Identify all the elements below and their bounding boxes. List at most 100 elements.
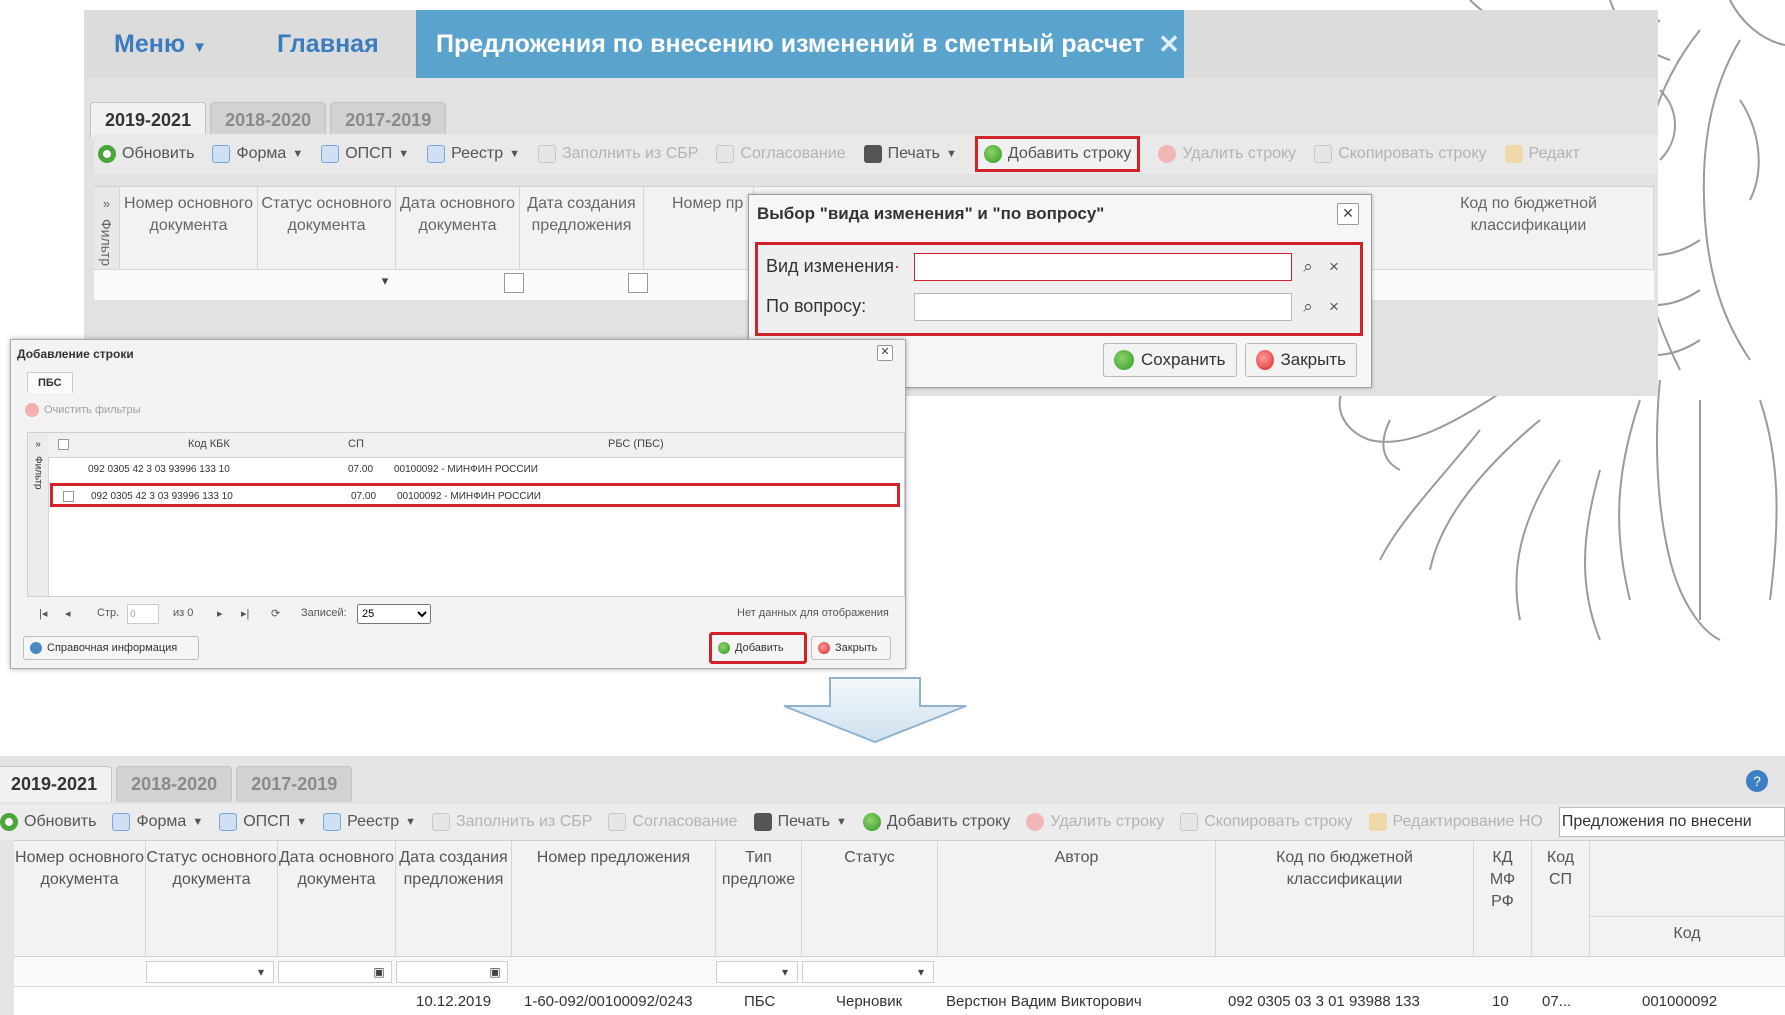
change-type-field[interactable] bbox=[914, 253, 1292, 281]
fill-sbr-button[interactable]: Заполнить из СБР bbox=[431, 813, 592, 831]
col-status[interactable]: Статус bbox=[802, 841, 938, 957]
top-menubar: Меню ▼ Главная Предложения по внесению и… bbox=[84, 10, 1658, 78]
col-author[interactable]: Автор bbox=[938, 841, 1216, 957]
tab-2017-2019[interactable]: 2017-2019 bbox=[236, 766, 353, 802]
print-button[interactable]: Печать ▼ bbox=[753, 813, 847, 831]
clear-icon[interactable]: × bbox=[1322, 294, 1346, 320]
col-proposal-type[interactable]: Тип предложе bbox=[716, 841, 802, 957]
edit-button[interactable]: Редакт bbox=[1504, 145, 1580, 163]
add-row-button[interactable]: Добавить строку bbox=[862, 813, 1010, 831]
copy-row-button[interactable]: Скопировать строку bbox=[1314, 145, 1487, 163]
approval-button[interactable]: Согласование bbox=[716, 145, 846, 163]
refresh-button[interactable]: Обновить bbox=[0, 813, 96, 831]
search-icon[interactable]: ⌕ bbox=[1296, 294, 1320, 320]
add-row-button[interactable]: Добавить строку bbox=[974, 136, 1141, 172]
close-icon[interactable]: ✕ bbox=[877, 345, 893, 361]
close-icon[interactable]: ✕ bbox=[1337, 203, 1359, 225]
col-proposal-number[interactable]: Номер предложения bbox=[512, 841, 716, 957]
table-row[interactable]: 092 0305 42 3 03 93996 133 10 07.00 0010… bbox=[48, 458, 904, 482]
calendar-icon[interactable] bbox=[628, 273, 648, 293]
bottom-window-screenshot: 2019-2021 2018-2020 2017-2019 ? Обновить… bbox=[0, 756, 1785, 1015]
registry-button[interactable]: Реестр ▼ bbox=[427, 145, 520, 163]
help-button[interactable]: Справочная информация bbox=[23, 636, 199, 660]
col-code-sp[interactable]: Код СП bbox=[1532, 841, 1590, 957]
col-created-date[interactable]: Дата создания предложения bbox=[396, 841, 512, 957]
table-row[interactable]: 10.12.2019 1-60-092/00100092/0243 ПБС Че… bbox=[14, 986, 1785, 1015]
col-doc-number[interactable]: Номер основного документа bbox=[14, 841, 146, 957]
clear-icon[interactable]: × bbox=[1322, 254, 1346, 280]
tab-2019-2021[interactable]: 2019-2021 bbox=[90, 102, 207, 138]
check-icon bbox=[718, 642, 730, 654]
edit-no-button[interactable]: Редактирование НО bbox=[1368, 813, 1543, 831]
status-filter[interactable]: ▾ bbox=[146, 961, 274, 983]
col-doc-status[interactable]: Статус основного документа bbox=[146, 841, 278, 957]
menu-link[interactable]: Меню ▼ bbox=[114, 30, 207, 59]
search-icon[interactable]: ⌕ bbox=[1296, 254, 1320, 280]
filter-side-panel[interactable]: » Фильтр bbox=[28, 433, 49, 596]
chevron-down-icon[interactable]: ▾ bbox=[251, 963, 271, 981]
type-filter[interactable]: ▾ bbox=[716, 961, 798, 983]
print-button[interactable]: Печать ▼ bbox=[863, 145, 957, 163]
tab-proposals[interactable]: Предложения по внесению изменений в смет… bbox=[416, 10, 1184, 78]
calendar-icon[interactable]: ▣ bbox=[485, 963, 505, 981]
tab-2018-2020[interactable]: 2018-2020 bbox=[116, 766, 233, 802]
close-icon[interactable]: ✕ bbox=[1158, 29, 1180, 60]
delete-row-button[interactable]: Удалить строку bbox=[1026, 813, 1164, 831]
registry-button[interactable]: Реестр ▼ bbox=[323, 813, 416, 831]
home-link[interactable]: Главная bbox=[277, 30, 379, 59]
table-row-selected[interactable]: 092 0305 42 3 03 93996 133 10 07.00 0010… bbox=[50, 483, 900, 507]
approval-button[interactable]: Согласование bbox=[608, 813, 738, 831]
doc-date-filter[interactable]: ▣ bbox=[278, 961, 392, 983]
form-button[interactable]: Форма ▼ bbox=[112, 813, 203, 831]
tab-2018-2020[interactable]: 2018-2020 bbox=[210, 102, 327, 138]
clear-filters-button[interactable]: Очистить фильтры bbox=[25, 403, 141, 417]
tab-pbs[interactable]: ПБС bbox=[27, 372, 73, 393]
opsp-icon bbox=[321, 145, 340, 163]
chevron-down-icon[interactable]: ▾ bbox=[911, 963, 931, 981]
chevron-down-icon[interactable]: ▾ bbox=[775, 963, 795, 981]
help-icon[interactable]: ? bbox=[1746, 770, 1768, 792]
col-kd-mf[interactable]: КД МФ РФ bbox=[1474, 841, 1532, 957]
printer-icon bbox=[863, 145, 882, 163]
select-all-checkbox[interactable] bbox=[58, 439, 69, 450]
close-circle-icon bbox=[1256, 350, 1274, 370]
question-field[interactable] bbox=[914, 293, 1292, 321]
records-select[interactable]: 25 bbox=[357, 604, 431, 624]
tab-2017-2019[interactable]: 2017-2019 bbox=[330, 102, 447, 138]
save-button[interactable]: Сохранить bbox=[1103, 343, 1237, 377]
add-button[interactable]: Добавить bbox=[709, 632, 807, 664]
search-input[interactable] bbox=[1558, 807, 1785, 837]
close-button[interactable]: Закрыть bbox=[1245, 343, 1357, 377]
close-button[interactable]: Закрыть bbox=[811, 636, 891, 660]
next-page-icon[interactable]: ▸ bbox=[217, 607, 223, 620]
col-sp[interactable]: СП bbox=[348, 438, 364, 450]
year-tabs: 2019-2021 2018-2020 2017-2019 bbox=[90, 102, 447, 138]
info-icon bbox=[30, 642, 42, 654]
calendar-icon[interactable]: ▣ bbox=[369, 963, 389, 981]
opsp-icon bbox=[219, 813, 238, 831]
prev-page-icon[interactable]: ◂ bbox=[65, 607, 71, 620]
delete-row-button[interactable]: Удалить строку bbox=[1158, 145, 1296, 163]
refresh-button[interactable]: Обновить bbox=[98, 145, 194, 163]
copy-row-button[interactable]: Скопировать строку bbox=[1180, 813, 1353, 831]
col-kbk[interactable]: Код КБК bbox=[188, 438, 230, 450]
page-input[interactable] bbox=[127, 604, 159, 624]
chevron-down-icon[interactable]: ▾ bbox=[374, 273, 396, 295]
col-rbs[interactable]: РБС (ПБС) bbox=[608, 438, 664, 450]
first-page-icon[interactable]: |◂ bbox=[39, 607, 47, 620]
status-type-filter[interactable]: ▾ bbox=[802, 961, 934, 983]
col-doc-date[interactable]: Дата основного документа bbox=[278, 841, 396, 957]
bottom-filter-row: ▾ ▣ ▣ ▾ ▾ bbox=[14, 956, 1785, 987]
col-kbk[interactable]: Код по бюджетной классификации bbox=[1216, 841, 1474, 957]
tab-2019-2021[interactable]: 2019-2021 bbox=[0, 766, 113, 802]
opsp-button[interactable]: ОПСП ▼ bbox=[321, 145, 409, 163]
refresh-icon[interactable]: ⟳ bbox=[271, 607, 280, 620]
calendar-icon[interactable] bbox=[504, 273, 524, 293]
created-date-filter[interactable]: ▣ bbox=[396, 961, 508, 983]
col-code[interactable]: Код bbox=[1590, 841, 1785, 957]
row-checkbox[interactable] bbox=[63, 491, 74, 502]
last-page-icon[interactable]: ▸| bbox=[241, 607, 249, 620]
form-button[interactable]: Форма ▼ bbox=[212, 145, 303, 163]
fill-sbr-button[interactable]: Заполнить из СБР bbox=[537, 145, 698, 163]
opsp-button[interactable]: ОПСП ▼ bbox=[219, 813, 307, 831]
